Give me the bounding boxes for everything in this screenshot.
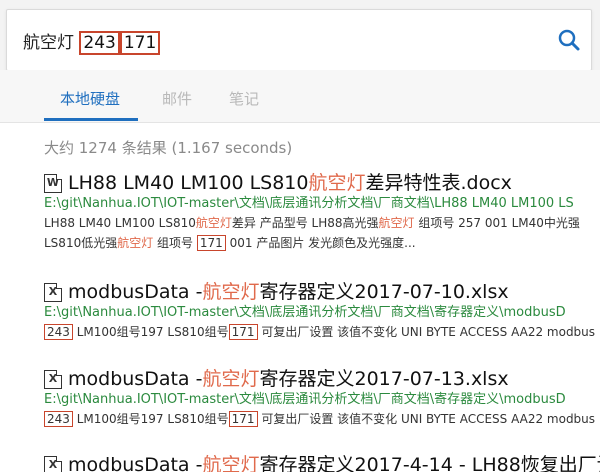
title-text: modbusData - [68,281,203,303]
snippet-text: 可复出厂设置 该值不变化 UNI BYTE ACCESS AA22 modbus [257,412,596,426]
boxed-number-243: 243 [44,411,73,427]
tab-notes[interactable]: 笔记 [229,88,259,109]
snippet-text: LM100组号197 LS810组号 [72,412,229,426]
title-text-rest: 差异特性表.docx [365,172,512,194]
results-list: 大约 1274 条结果 (1.167 seconds) W LH88 LM40 … [0,123,600,472]
excel-doc-icon: X [44,455,62,472]
search-term: 航空灯 [23,33,74,53]
boxed-number-243: 243 [44,324,73,340]
search-icon[interactable] [555,26,583,54]
snippet-text: 可复出厂设置 该值不变化 UNI BYTE ACCESS AA22 modbus [257,325,596,339]
tab-bar: 本地硬盘 邮件 笔记 [0,70,600,123]
tab-local-disk[interactable]: 本地硬盘 [60,88,120,109]
search-box[interactable]: 航空灯 243 171 [6,9,592,71]
result-snippet-line: 243 LM100组号197 LS810组号 171 可复出厂设置 该值不变化 U… [44,409,600,429]
title-highlight: 航空灯 [202,454,260,472]
snippet-highlight: 航空灯 [195,216,232,230]
result-snippet-line: 243 LM100组号197 LS810组号 171 可复出厂设置 该值不变化 U… [44,322,600,342]
search-number-243: 243 [79,31,120,55]
result-item: X modbusData - 航空灯 寄存器定义2017-4-14 - LH88恢… [44,453,600,472]
result-path[interactable]: E:\git\Nanhua.IOT\IOT-master\文档\底层通讯分析文档… [44,391,600,409]
result-item: X modbusData - 航空灯 寄存器定义2017-07-13.xlsx E… [44,367,600,429]
title-text-rest: 寄存器定义2017-07-10.xlsx [259,281,509,303]
result-snippet-line: LS810低光强航空灯 组项号 171 001 产品图片 发光颜色及光强度... [44,233,600,253]
snippet-highlight: 航空灯 [378,216,415,230]
result-item: X modbusData - 航空灯 寄存器定义2017-07-10.xlsx E… [44,280,600,342]
boxed-number-171: 171 [228,324,258,340]
tab-mail[interactable]: 邮件 [162,88,192,109]
snippet-text: 差异 产品型号 LH88高光强 [231,216,379,230]
snippet-text: LS810低光强 [44,236,118,250]
snippet-text: 组项号 [153,236,197,250]
snippet-text: 001 产品图片 发光颜色及光强度... [225,236,416,250]
result-path[interactable]: E:\git\Nanhua.IOT\IOT-master\文档\底层通讯分析文档… [44,304,600,322]
title-text-rest: 寄存器定义2017-4-14 - LH88恢复出厂设置 [259,454,600,472]
snippet-text: 组项号 257 001 LM40中光强 [414,216,580,230]
result-path[interactable]: E:\git\Nanhua.IOT\IOT-master\文档\底层通讯分析文档… [44,195,600,213]
title-text: modbusData - [68,368,203,390]
snippet-text: LH88 LM40 LM100 LS810 [44,216,196,230]
search-number-171: 171 [119,31,161,55]
boxed-number-171: 171 [196,235,226,251]
title-text: LH88 LM40 LM100 LS810 [68,172,309,194]
snippet-highlight: 航空灯 [117,236,154,250]
snippet-text: LM100组号197 LS810组号 [72,325,229,339]
excel-doc-icon: X [44,369,62,389]
result-summary: 大约 1274 条结果 (1.167 seconds) [44,139,293,157]
result-title-link[interactable]: X modbusData - 航空灯 寄存器定义2017-07-13.xlsx [44,367,600,391]
result-snippet-line: LH88 LM40 LM100 LS810航空灯差异 产品型号 LH88高光强航… [44,213,600,233]
boxed-number-171: 171 [228,411,258,427]
title-highlight: 航空灯 [308,172,366,194]
result-item: W LH88 LM40 LM100 LS810 航空灯 差异特性表.docx E:\… [44,171,600,253]
title-text: modbusData - [68,454,203,472]
title-highlight: 航空灯 [202,281,260,303]
result-title-link[interactable]: W LH88 LM40 LM100 LS810 航空灯 差异特性表.docx [44,171,600,195]
result-title-link[interactable]: X modbusData - 航空灯 寄存器定义2017-4-14 - LH88恢… [44,453,600,472]
word-doc-icon: W [44,173,62,193]
excel-doc-icon: X [44,282,62,302]
title-highlight: 航空灯 [202,368,260,390]
search-input[interactable]: 航空灯 243 171 [23,28,161,55]
title-text-rest: 寄存器定义2017-07-13.xlsx [259,368,509,390]
active-tab-indicator [44,118,138,121]
result-title-link[interactable]: X modbusData - 航空灯 寄存器定义2017-07-10.xlsx [44,280,600,304]
